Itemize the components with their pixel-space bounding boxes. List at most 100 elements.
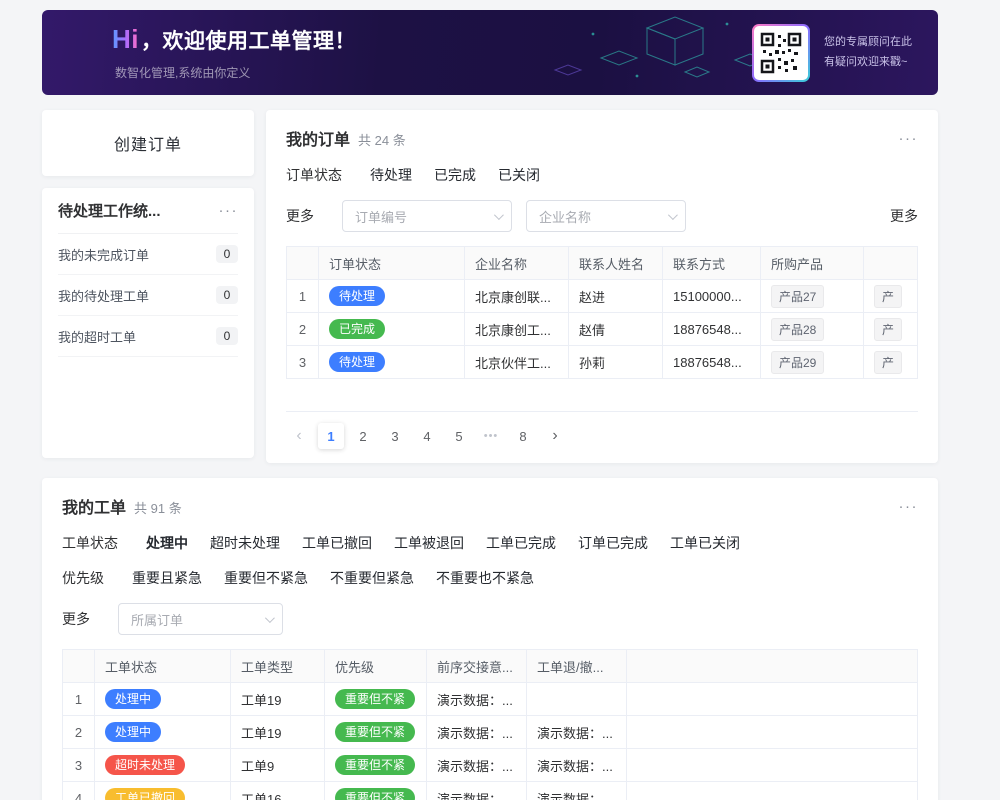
banner-greeting-hi: Hi (112, 24, 139, 54)
table-row[interactable]: 3 超时未处理 工单9 重要但不紧 演示数据：... 演示数据：... (63, 749, 918, 782)
filter-option-order-completed[interactable]: 订单已完成 (578, 533, 648, 553)
withdraw-cell (527, 683, 627, 716)
table-row[interactable]: 3 待处理 北京伙伴工... 孙莉 18876548... 产品29 产 (287, 346, 918, 379)
filter-option-not-important-not-urgent[interactable]: 不重要也不紧急 (436, 568, 534, 588)
type-cell: 工单16 (231, 782, 325, 800)
page-button-1[interactable]: 1 (318, 423, 344, 449)
filter-option-not-important-urgent[interactable]: 不重要但紧急 (330, 568, 414, 588)
col-company: 企业名称 (465, 247, 569, 280)
page-button-8[interactable]: 8 (510, 423, 536, 449)
more-menu-icon[interactable]: ··· (899, 499, 919, 514)
status-badge: 待处理 (329, 352, 385, 372)
stat-count-badge: 0 (216, 327, 238, 345)
filter-option-closed[interactable]: 已关闭 (498, 165, 540, 185)
withdraw-cell: 演示数据：... (527, 749, 627, 782)
handover-cell: 演示数据：... (427, 716, 527, 749)
product-tag: 产品29 (771, 351, 824, 374)
company-name-select[interactable]: 企业名称 (526, 200, 686, 232)
orders-table-header-row: 订单状态 企业名称 联系人姓名 联系方式 所购产品 (287, 247, 918, 280)
banner-subtitle: 数智化管理,系统由你定义 (115, 64, 356, 81)
page-button-5[interactable]: 5 (446, 423, 472, 449)
col-withdraw: 工单退/撤... (527, 650, 627, 683)
company-cell: 北京伙伴工... (465, 346, 569, 379)
table-row[interactable]: 1 待处理 北京康创联... 赵进 15100000... 产品27 产 (287, 280, 918, 313)
chevron-down-icon (265, 613, 275, 623)
stat-label: 我的待处理工单 (58, 286, 149, 305)
table-row[interactable]: 2 已完成 北京康创工... 赵倩 18876548... 产品28 产 (287, 313, 918, 346)
order-number-select[interactable]: 订单编号 (342, 200, 512, 232)
status-badge: 处理中 (105, 722, 161, 742)
col-product: 所购产品 (761, 247, 864, 280)
stat-item-unfinished-orders[interactable]: 我的未完成订单 0 (58, 234, 238, 275)
next-page-icon[interactable]: › (542, 423, 568, 449)
contact-cell: 赵进 (569, 280, 663, 313)
qr-code-pattern-icon (759, 31, 803, 75)
table-row[interactable]: 4 工单已撤回 工单16 重要但不紧 演示数据：... 演示数据：... (63, 782, 918, 800)
pending-work-stats-card: 待处理工作统... ··· 我的未完成订单 0 我的待处理工单 0 我的超时工单… (42, 188, 254, 458)
prev-page-icon[interactable]: ‹ (286, 423, 312, 449)
priority-filter-label: 优先级 (62, 568, 104, 588)
orders-pagination: ‹ 1 2 3 4 5 ••• 8 › (286, 423, 918, 449)
stat-item-overtime-workorders[interactable]: 我的超时工单 0 (58, 316, 238, 357)
more-menu-icon[interactable]: ··· (899, 131, 919, 146)
filter-option-overtime[interactable]: 超时未处理 (210, 533, 280, 553)
row-index: 1 (287, 280, 319, 313)
workorders-table-header-row: 工单状态 工单类型 优先级 前序交接意... 工单退/撤... (63, 650, 918, 683)
table-row[interactable]: 2 处理中 工单19 重要但不紧 演示数据：... 演示数据：... (63, 716, 918, 749)
page-button-2[interactable]: 2 (350, 423, 376, 449)
parent-order-placeholder: 所属订单 (131, 610, 265, 629)
page-button-3[interactable]: 3 (382, 423, 408, 449)
stat-label: 我的未完成订单 (58, 245, 149, 264)
filter-option-wo-closed[interactable]: 工单已关闭 (670, 533, 740, 553)
col-phone: 联系方式 (663, 247, 761, 280)
withdraw-cell: 演示数据：... (527, 716, 627, 749)
col-extra (864, 247, 918, 280)
chevron-down-icon (494, 210, 504, 220)
page-button-4[interactable]: 4 (414, 423, 440, 449)
workorders-panel-title: 我的工单 (62, 494, 126, 518)
more-filters-label: 更多 (286, 206, 314, 226)
filter-option-returned[interactable]: 工单被退回 (394, 533, 464, 553)
table-row[interactable]: 1 处理中 工单19 重要但不紧 演示数据：... (63, 683, 918, 716)
priority-badge: 重要但不紧 (335, 689, 415, 709)
parent-order-select[interactable]: 所属订单 (118, 603, 283, 635)
filter-option-wo-completed[interactable]: 工单已完成 (486, 533, 556, 553)
col-index (287, 247, 319, 280)
qr-caption-line2: 有疑问欢迎来戳~ (824, 53, 912, 72)
filter-option-withdrawn[interactable]: 工单已撤回 (302, 533, 372, 553)
phone-cell: 18876548... (663, 313, 761, 346)
filter-option-important-urgent[interactable]: 重要且紧急 (132, 568, 202, 588)
workorder-more-filter-row: 更多 所属订单 (62, 603, 918, 635)
product-tag: 产品28 (771, 318, 824, 341)
create-order-label: 创建订单 (114, 131, 182, 155)
filter-option-processing[interactable]: 处理中 (146, 533, 188, 553)
stat-item-pending-workorders[interactable]: 我的待处理工单 0 (58, 275, 238, 316)
orders-panel-title: 我的订单 (286, 126, 350, 150)
stats-card-title: 待处理工作统... (58, 200, 161, 221)
company-name-placeholder: 企业名称 (539, 207, 668, 226)
row-index: 4 (63, 782, 95, 800)
company-cell: 北京康创工... (465, 313, 569, 346)
orders-more-link[interactable]: 更多 (890, 206, 918, 226)
status-badge: 已完成 (329, 319, 385, 339)
more-menu-icon[interactable]: ··· (219, 203, 239, 218)
my-workorders-panel: 我的工单 共 91 条 ··· 工单状态 处理中 超时未处理 工单已撤回 工单被… (42, 478, 938, 800)
qr-caption: 您的专属顾问在此 有疑问欢迎来戳~ (824, 33, 912, 72)
phone-cell: 18876548... (663, 346, 761, 379)
qr-code (752, 24, 810, 82)
filter-option-important-not-urgent[interactable]: 重要但不紧急 (224, 568, 308, 588)
stat-label: 我的超时工单 (58, 327, 136, 346)
row-index: 3 (287, 346, 319, 379)
type-cell: 工单19 (231, 716, 325, 749)
col-priority: 优先级 (325, 650, 427, 683)
qr-code-box (754, 26, 808, 80)
filter-option-completed[interactable]: 已完成 (434, 165, 476, 185)
filter-option-pending[interactable]: 待处理 (370, 165, 412, 185)
contact-cell: 孙莉 (569, 346, 663, 379)
product-tag: 产 (874, 318, 902, 341)
create-order-button[interactable]: 创建订单 (42, 110, 254, 176)
col-handover: 前序交接意... (427, 650, 527, 683)
handover-cell: 演示数据：... (427, 749, 527, 782)
banner-title: Hi，欢迎使用工单管理！ (112, 24, 356, 55)
page-ellipsis-icon[interactable]: ••• (478, 423, 504, 449)
